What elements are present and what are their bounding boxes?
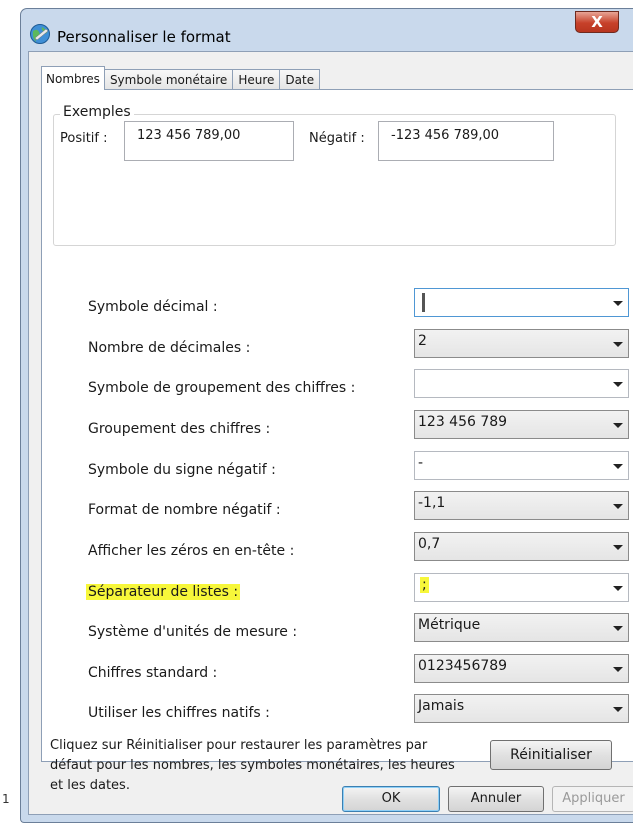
ok-button[interactable]: OK	[342, 786, 440, 812]
text-caret	[422, 293, 425, 312]
list-separator-value: ;	[420, 577, 429, 593]
negative-example-box: -123 456 789,00	[378, 121, 554, 161]
digit-grouping-combo[interactable]: 123 456 789	[414, 410, 629, 439]
label-digit-grouping-symbol: Symbole de groupement des chiffres :	[88, 380, 356, 396]
digit-grouping-value: 123 456 789	[418, 414, 508, 430]
measurement-system-value: Métrique	[418, 617, 481, 633]
measurement-system-combo[interactable]: Métrique	[414, 613, 629, 642]
label-native-digits: Utiliser les chiffres natifs :	[88, 705, 270, 721]
globe-icon	[30, 24, 50, 44]
decimal-count-combo[interactable]: 2	[414, 329, 629, 358]
negative-example-value: -123 456 789,00	[391, 128, 500, 143]
label-negative-sign: Symbole du signe négatif :	[88, 462, 276, 478]
chevron-down-icon[interactable]	[613, 586, 623, 591]
decimal-symbol-combo[interactable]	[414, 288, 629, 317]
title-bar[interactable]: Personnaliser le format X	[21, 9, 633, 51]
chevron-down-icon[interactable]	[613, 342, 623, 347]
negative-label: Négatif :	[309, 131, 365, 146]
tab-date[interactable]: Date	[279, 69, 321, 90]
chevron-down-icon[interactable]	[613, 626, 623, 631]
chevron-down-icon[interactable]	[613, 545, 623, 550]
leading-zeros-combo[interactable]: 0,7	[414, 532, 629, 561]
tab-nombres[interactable]: Nombres	[41, 66, 105, 90]
label-negative-number-format: Format de nombre négatif :	[88, 502, 281, 518]
chevron-down-icon[interactable]	[613, 504, 623, 509]
background-gap	[0, 748, 20, 822]
label-decimal-symbol: Symbole décimal :	[88, 299, 218, 315]
leading-zeros-value: 0,7	[418, 536, 441, 552]
label-measurement-system: Système d'unités de mesure :	[88, 624, 298, 640]
label-list-separator: Séparateur de listes :	[86, 584, 241, 600]
cancel-button[interactable]: Annuler	[448, 786, 544, 812]
negative-sign-combo[interactable]: -	[414, 451, 629, 480]
examples-group-title: Exemples	[60, 104, 134, 120]
chevron-down-icon[interactable]	[613, 301, 623, 306]
customize-format-dialog: Personnaliser le format X Nombres Symbol…	[20, 8, 633, 823]
close-button[interactable]: X	[575, 11, 619, 33]
reset-button[interactable]: Réinitialiser	[490, 740, 612, 770]
label-list-separator-text: Séparateur de listes :	[86, 584, 241, 600]
label-standard-digits: Chiffres standard :	[88, 665, 218, 681]
positive-example-value: 123 456 789,00	[137, 128, 241, 143]
label-digit-grouping: Groupement des chiffres :	[88, 421, 271, 437]
tab-heure[interactable]: Heure	[232, 69, 281, 90]
negative-number-format-value: -1,1	[418, 495, 446, 511]
standard-digits-combo[interactable]: 0123456789	[414, 654, 629, 683]
examples-group: Exemples Positif : 123 456 789,00 Négati…	[53, 104, 616, 246]
tab-symbole-monetaire[interactable]: Symbole monétaire	[103, 69, 234, 90]
negative-number-format-combo[interactable]: -1,1	[414, 491, 629, 520]
chevron-down-icon[interactable]	[613, 667, 623, 672]
window-title: Personnaliser le format	[57, 28, 231, 46]
digit-grouping-symbol-combo[interactable]	[414, 369, 629, 398]
positive-example-box: 123 456 789,00	[124, 121, 294, 161]
tab-strip: Nombres Symbole monétaire Heure Date	[41, 66, 321, 90]
standard-digits-value: 0123456789	[418, 658, 508, 674]
chevron-down-icon[interactable]	[613, 423, 623, 428]
chevron-down-icon[interactable]	[613, 707, 623, 712]
apply-button: Appliquer	[552, 786, 633, 812]
label-leading-zeros: Afficher les zéros en en-tête :	[88, 543, 295, 559]
native-digits-value: Jamais	[418, 698, 465, 714]
list-separator-combo[interactable]: ;	[414, 573, 629, 602]
native-digits-combo[interactable]: Jamais	[414, 694, 629, 723]
positive-label: Positif :	[60, 131, 108, 146]
decimal-count-value: 2	[418, 333, 427, 349]
numbers-tab-panel: Exemples Positif : 123 456 789,00 Négati…	[41, 89, 633, 793]
chevron-down-icon[interactable]	[613, 382, 623, 387]
close-icon: X	[591, 13, 603, 31]
negative-sign-value: -	[418, 455, 424, 471]
edge-text-fragment: 1	[2, 792, 10, 806]
label-decimal-count: Nombre de décimales :	[88, 340, 251, 356]
chevron-down-icon[interactable]	[613, 464, 623, 469]
dialog-client-area: Nombres Symbole monétaire Heure Date Exe…	[28, 51, 633, 815]
